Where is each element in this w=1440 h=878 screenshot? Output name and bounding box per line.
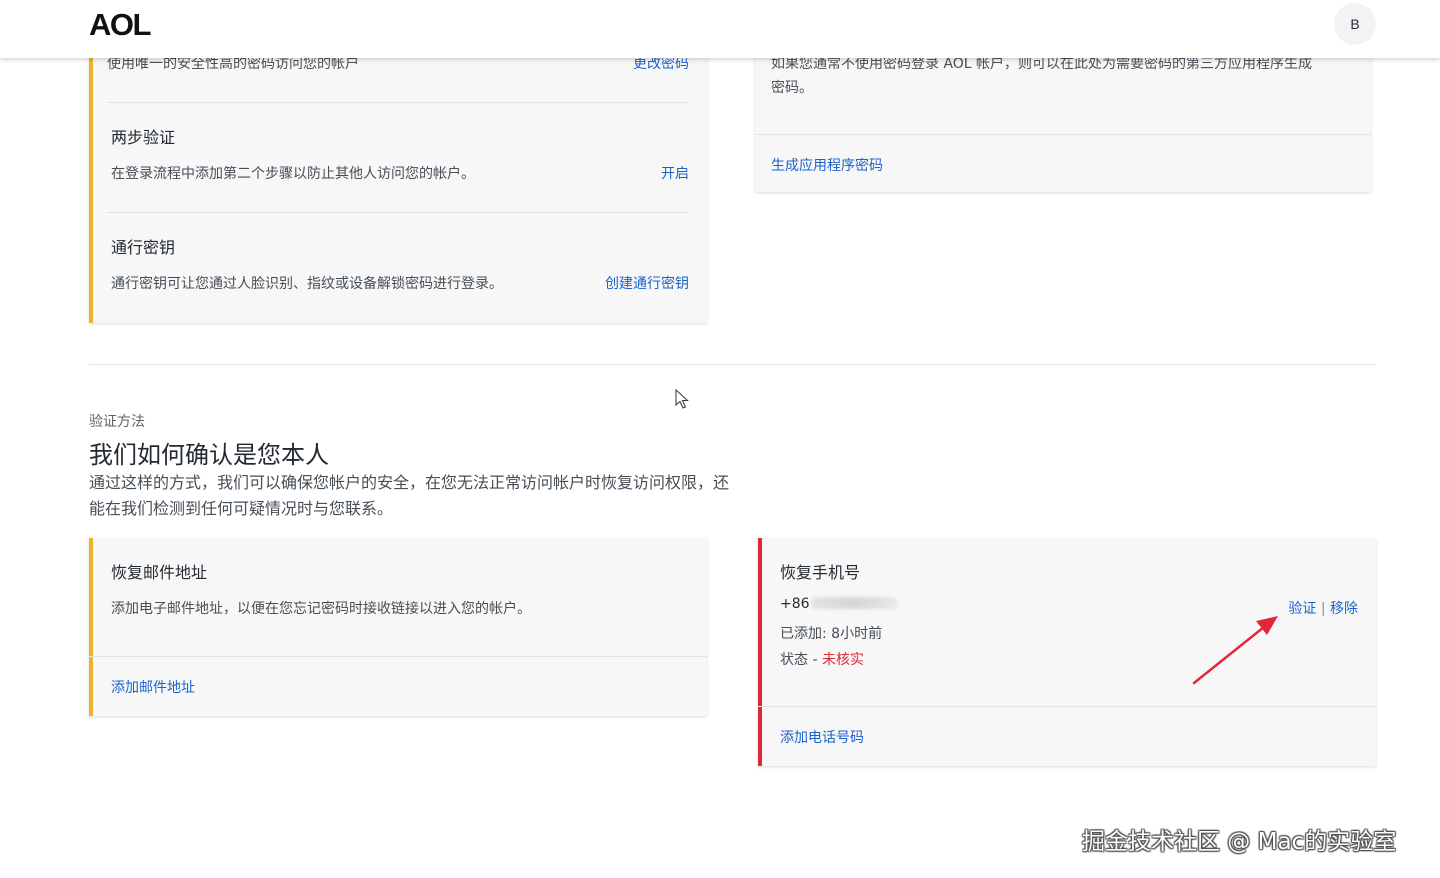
phone-added-time: 已添加: 8小时前	[780, 626, 883, 642]
divider	[755, 134, 1371, 135]
section-intro: 通过这样的方式，我们可以确保您帐户的安全，在您无法正常访问帐户时恢复访问权限，还…	[89, 473, 730, 518]
passkey-desc: 通行密钥可让您通过人脸识别、指纹或设备解锁密码进行登录。	[111, 276, 503, 292]
aol-logo[interactable]: AOL	[89, 7, 151, 43]
section-eyebrow: 验证方法	[89, 414, 145, 430]
mouse-pointer-icon	[675, 389, 689, 409]
recovery-email-card: 恢复邮件地址 添加电子邮件地址，以便在您忘记密码时接收链接以进入您的帐户。 添加…	[89, 538, 707, 716]
accent-bar	[89, 538, 93, 716]
recovery-phone-title: 恢复手机号	[780, 563, 861, 582]
phone-prefix: +86	[780, 596, 810, 612]
divider	[107, 212, 689, 213]
divider	[89, 656, 707, 657]
top-bar: AOL B	[0, 0, 1440, 58]
status-label: 状态 -	[780, 652, 822, 668]
recovery-email-desc: 添加电子邮件地址，以便在您忘记密码时接收链接以进入您的帐户。	[111, 601, 531, 617]
app-password-card: 如果您通常不使用密码登录 AOL 帐户，则可以在此处为需要密码的第三方应用程序生…	[755, 40, 1371, 192]
enable-two-step-link[interactable]: 开启	[661, 163, 689, 183]
divider	[107, 102, 689, 103]
phone-number: +86	[780, 596, 897, 612]
phone-status: 状态 - 未核实	[780, 649, 864, 669]
red-arrow-annotation	[1192, 616, 1278, 685]
remove-phone-link[interactable]: 移除	[1330, 601, 1358, 617]
create-passkey-link[interactable]: 创建通行密钥	[605, 273, 689, 293]
accent-bar	[758, 538, 762, 766]
two-step-title: 两步验证	[111, 128, 176, 147]
section-divider	[89, 364, 1376, 365]
divider	[758, 706, 1376, 707]
generate-app-password-link[interactable]: 生成应用程序密码	[771, 155, 883, 175]
add-phone-link[interactable]: 添加电话号码	[780, 727, 864, 747]
redacted-number	[810, 597, 897, 609]
passkey-title: 通行密钥	[111, 238, 176, 257]
app-password-desc-line2: 密码。	[771, 80, 813, 96]
two-step-desc: 在登录流程中添加第二个步骤以防止其他人访问您的帐户。	[111, 166, 475, 182]
status-badge: 未核实	[821, 652, 864, 668]
phone-actions: 验证 | 移除	[1288, 598, 1358, 618]
avatar[interactable]: B	[1334, 3, 1376, 45]
action-divider: |	[1320, 601, 1326, 617]
accent-bar	[89, 40, 93, 323]
verify-phone-link[interactable]: 验证	[1288, 601, 1316, 617]
section-heading: 我们如何确认是您本人	[89, 441, 329, 469]
recovery-email-title: 恢复邮件地址	[111, 563, 208, 582]
add-email-link[interactable]: 添加邮件地址	[111, 677, 195, 697]
watermark: 掘金技术社区 @ Mac的实验室	[1082, 829, 1397, 855]
security-card: 使用唯一的安全性高的密码访问您的帐户 更改密码 两步验证 在登录流程中添加第二个…	[89, 40, 707, 323]
